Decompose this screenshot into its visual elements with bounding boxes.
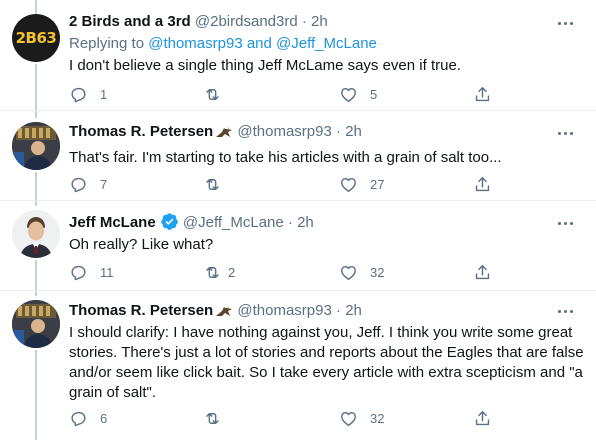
- tweet-text-line: I should clarify: I have nothing against…: [69, 324, 573, 341]
- reply-button[interactable]: 11: [69, 262, 114, 282]
- share-icon: [475, 264, 490, 279]
- retweet-button[interactable]: [203, 408, 234, 428]
- more-icon[interactable]: [556, 214, 574, 232]
- like-count: 27: [370, 176, 385, 192]
- tweet-actions: 1 5: [69, 84, 509, 104]
- user-handle[interactable]: @thomasrp93: [237, 302, 331, 319]
- avatar[interactable]: 2B63: [12, 14, 60, 62]
- tweet-header: Jeff McLane @Jeff_McLane · 2h: [69, 212, 314, 232]
- retweet-button[interactable]: 2: [203, 262, 235, 282]
- tweet-thomasrp93[interactable]: Thomas R. Petersen @thomasrp93 · 2h That…: [0, 110, 596, 200]
- share-icon: [475, 176, 490, 191]
- more-icon[interactable]: [556, 14, 574, 32]
- retweet-icon: [206, 178, 219, 190]
- reply-button[interactable]: 1: [69, 84, 107, 104]
- share-button[interactable]: [473, 408, 492, 428]
- retweet-icon: [206, 88, 219, 100]
- display-name[interactable]: Jeff McLane: [69, 214, 156, 231]
- reply-count: 7: [100, 176, 108, 192]
- tweet-2birdsand3rd[interactable]: 2B63 2 Birds and a 3rd @2birdsand3rd · 2…: [0, 0, 596, 110]
- more-icon[interactable]: [556, 124, 574, 142]
- like-icon: [341, 87, 356, 102]
- replying-to: Replying to @thomasrp93 and @Jeff_McLane: [69, 34, 377, 54]
- reply-button[interactable]: 7: [69, 174, 107, 194]
- avatar[interactable]: [12, 300, 60, 348]
- tweet-text: Oh really? Like what?: [69, 236, 214, 253]
- tweet-text-line: and/or seem like click bait. So I take e…: [69, 364, 583, 381]
- timestamp[interactable]: 2h: [345, 302, 362, 319]
- avatar-photo: [12, 122, 60, 170]
- tweet-text-line: stories. There's just a lot of stories a…: [69, 344, 584, 361]
- reply-button[interactable]: 6: [69, 408, 107, 428]
- share-button[interactable]: [473, 174, 492, 194]
- user-handle[interactable]: @thomasrp93: [237, 123, 331, 140]
- retweet-button[interactable]: [203, 84, 234, 104]
- tweet-jeff-mclane[interactable]: Jeff McLane @Jeff_McLane · 2h Oh really?…: [0, 200, 596, 290]
- mention-link[interactable]: @Jeff_McLane: [276, 35, 377, 52]
- timestamp[interactable]: 2h: [345, 123, 362, 140]
- like-button[interactable]: 32: [339, 408, 384, 428]
- timestamp[interactable]: 2h: [311, 13, 328, 30]
- display-name[interactable]: Thomas R. Petersen: [69, 302, 213, 319]
- display-name[interactable]: 2 Birds and a 3rd: [69, 13, 191, 30]
- retweet-icon: [206, 266, 219, 278]
- reply-icon: [71, 177, 86, 192]
- avatar-photo: [12, 300, 60, 348]
- verified-badge-icon: [160, 212, 179, 237]
- like-count: 32: [370, 264, 385, 280]
- reply-icon: [71, 87, 86, 102]
- like-button[interactable]: 5: [339, 84, 377, 104]
- more-icon[interactable]: [556, 302, 574, 320]
- like-icon: [341, 265, 356, 280]
- tweet-header: 2 Birds and a 3rd @2birdsand3rd · 2h: [69, 12, 328, 32]
- tweet-text: I don't believe a single thing Jeff McLa…: [69, 57, 461, 74]
- share-button[interactable]: [473, 262, 492, 282]
- separator-dot: ·: [336, 123, 342, 140]
- share-button[interactable]: [473, 84, 492, 104]
- avatar[interactable]: [12, 210, 60, 258]
- tweet-actions: 7 27: [69, 174, 509, 194]
- avatar[interactable]: [12, 122, 60, 170]
- mention-link[interactable]: @thomasrp93: [148, 35, 242, 52]
- eagle-emoji-icon: [215, 302, 233, 324]
- like-button[interactable]: 32: [339, 262, 384, 282]
- mention-and[interactable]: and: [247, 35, 272, 52]
- retweet-button[interactable]: [203, 174, 234, 194]
- reply-count: 6: [100, 410, 108, 426]
- separator-dot: ·: [287, 214, 293, 231]
- like-icon: [341, 177, 356, 192]
- tweet-thomasrp93[interactable]: Thomas R. Petersen @thomasrp93 · 2h I sh…: [0, 290, 596, 440]
- share-icon: [475, 410, 490, 425]
- timestamp[interactable]: 2h: [297, 214, 314, 231]
- tweet-header: Thomas R. Petersen @thomasrp93 · 2h: [69, 301, 362, 321]
- separator-dot: ·: [301, 13, 307, 30]
- tweet-text-line: grain of salt".: [69, 384, 157, 401]
- user-handle[interactable]: @Jeff_McLane: [183, 214, 284, 231]
- tweet-actions: 6 32: [69, 408, 509, 428]
- like-icon: [341, 411, 356, 426]
- like-count: 32: [370, 410, 385, 426]
- display-name[interactable]: Thomas R. Petersen: [69, 123, 213, 140]
- share-icon: [475, 86, 490, 101]
- like-button[interactable]: 27: [339, 174, 384, 194]
- reply-count: 1: [100, 86, 108, 102]
- avatar-photo: [12, 210, 60, 258]
- reply-icon: [71, 265, 86, 280]
- tweet-text: That's fair. I'm starting to take his ar…: [69, 149, 502, 166]
- retweet-count: 2: [228, 264, 236, 280]
- reply-count: 11: [100, 264, 114, 280]
- separator-dot: ·: [336, 302, 342, 319]
- replying-to-label: Replying to: [69, 35, 145, 52]
- tweet-text: I should clarify: I have nothing against…: [69, 323, 584, 403]
- like-count: 5: [370, 86, 378, 102]
- tweet-header: Thomas R. Petersen @thomasrp93 · 2h: [69, 122, 362, 142]
- retweet-icon: [206, 412, 219, 424]
- avatar-logo-text: 2B63: [15, 29, 57, 47]
- reply-icon: [71, 411, 86, 426]
- eagle-emoji-icon: [215, 123, 233, 145]
- user-handle[interactable]: @2birdsand3rd: [195, 13, 298, 30]
- tweet-actions: 11 2 32: [69, 262, 509, 282]
